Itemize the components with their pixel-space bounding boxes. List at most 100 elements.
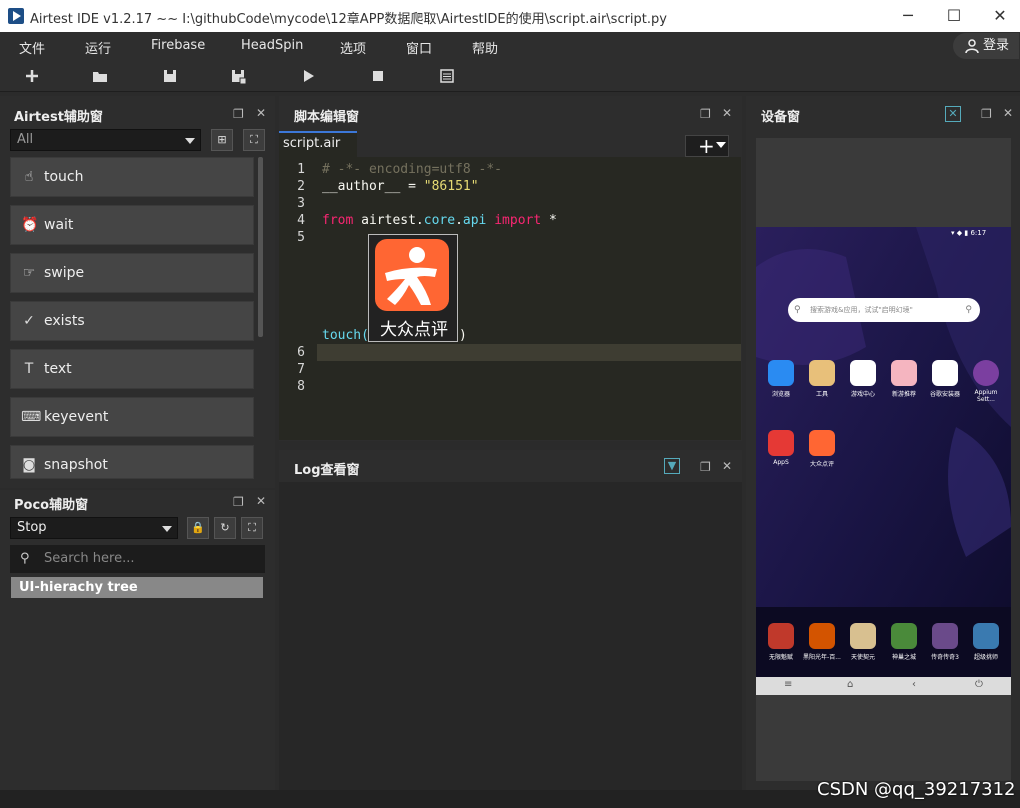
home-nav-icon[interactable]: ⌂ [847, 679, 853, 690]
menu-window[interactable]: 窗口 [406, 38, 432, 57]
hand-tap-icon: ☝ [24, 169, 34, 185]
app-dock-2[interactable]: 黑阳光年-百... [802, 623, 842, 661]
api-keyevent-button[interactable]: ⌨ keyevent [10, 397, 254, 437]
poco-search-placeholder: Search here... [44, 551, 135, 566]
game-icon [891, 623, 917, 649]
app-label: 谷歌安装器 [929, 391, 960, 398]
device-search-bar[interactable]: ⚲ 搜索游戏&应用，试试"启明幻境" ⚲ [788, 298, 980, 322]
line-number: 7 [297, 362, 305, 377]
float-panel-icon[interactable]: ❐ [700, 460, 711, 474]
menu-help[interactable]: 帮助 [472, 38, 498, 57]
api-snapshot-button[interactable]: ◙ snapshot [10, 445, 254, 479]
filter-icon[interactable]: ▼ [664, 458, 680, 474]
app-logo-icon [8, 8, 24, 24]
app-dock-4[interactable]: 神巢之城 [884, 623, 924, 661]
api-wait-label: wait [44, 217, 74, 233]
app-dianping[interactable]: 大众点评 [802, 430, 842, 468]
poco-mode-select[interactable]: Stop [10, 517, 178, 539]
float-panel-icon[interactable]: ❐ [981, 107, 992, 121]
app-label: 工具 [815, 391, 828, 398]
ui-hierarchy-tree-header[interactable]: UI-hierachy tree [11, 577, 263, 598]
back-nav-icon[interactable]: ‹ [912, 679, 916, 690]
maximize-button[interactable]: ☐ [934, 4, 974, 28]
tools-icon[interactable]: ✕ [945, 106, 961, 122]
api-exists-button[interactable]: ✓ exists [10, 301, 254, 341]
camera-icon: ◙ [22, 457, 36, 473]
menu-nav-icon[interactable]: ≡ [784, 679, 792, 690]
float-panel-icon[interactable]: ❐ [233, 495, 244, 509]
line-number: 3 [297, 196, 305, 211]
save-icon[interactable] [160, 66, 180, 86]
login-button[interactable]: 登录 [953, 33, 1019, 59]
new-tab-button[interactable]: + [685, 135, 729, 157]
minimize-button[interactable]: ─ [888, 4, 928, 28]
close-panel-icon[interactable]: ✕ [256, 106, 266, 120]
lock-icon[interactable]: 🔒 [187, 517, 209, 539]
play-icon[interactable] [298, 66, 318, 86]
app-label: 天使契元 [850, 654, 875, 661]
tab-script-air[interactable]: script.air ✕ [279, 131, 357, 173]
api-touch-button[interactable]: ☝ touch [10, 157, 254, 197]
poco-search-input[interactable]: ⚲ Search here... [10, 545, 265, 573]
api-wait-button[interactable]: ⏰ wait [10, 205, 254, 245]
app-dock-5[interactable]: 传奇传奇3 [925, 623, 965, 661]
api-keyevent-label: keyevent [44, 409, 109, 425]
close-panel-icon[interactable]: ✕ [1003, 106, 1013, 120]
app-label: 游戏中心 [850, 391, 875, 398]
dianping-logo-icon [375, 239, 449, 311]
line-number: 1 [297, 162, 305, 177]
airtest-panel-title: Airtest辅助窗 [14, 110, 103, 125]
plus-icon[interactable] [22, 66, 42, 86]
game-icon [850, 623, 876, 649]
apps-store-icon [768, 430, 794, 456]
code-line-2: __author__ = "86151" [322, 179, 479, 194]
app-google-installer[interactable]: 谷歌安装器 [925, 360, 965, 398]
api-filter-select[interactable]: All [10, 129, 201, 151]
api-text-button[interactable]: Ttext [10, 349, 254, 389]
menu-file[interactable]: 文件 [19, 38, 45, 57]
power-nav-icon[interactable]: ⏻ [975, 679, 983, 690]
code-touch-call: touch( [322, 328, 369, 343]
code-line-4: from airtest.core.api import * [322, 213, 557, 228]
app-new-games[interactable]: 新游推荐 [884, 360, 924, 398]
menu-options[interactable]: 选项 [340, 38, 366, 57]
float-panel-icon[interactable]: ❐ [233, 107, 244, 121]
api-swipe-button[interactable]: ☞ swipe [10, 253, 254, 293]
close-panel-icon[interactable]: ✕ [722, 106, 732, 120]
close-window-button[interactable]: ✕ [980, 4, 1020, 28]
close-panel-icon[interactable]: ✕ [256, 494, 266, 508]
text-box-icon: T [24, 361, 34, 377]
float-panel-icon[interactable]: ❐ [700, 107, 711, 121]
window-title: Airtest IDE v1.2.17 ~~ I:\githubCode\myc… [30, 12, 667, 27]
script-panel-title: 脚本编辑窗 [294, 110, 360, 125]
alarm-clock-icon: ⏰ [21, 217, 39, 233]
line-number: 2 [297, 179, 305, 194]
menu-bar: 文件 运行 Firebase HeadSpin 选项 窗口 帮助 [0, 32, 1020, 60]
stop-icon[interactable] [368, 66, 388, 86]
image-template-thumbnail[interactable]: 大众点评 [368, 234, 458, 342]
folder-open-icon[interactable] [90, 66, 110, 86]
app-browser[interactable]: 浏览器 [761, 360, 801, 398]
app-dock-3[interactable]: 天使契元 [843, 623, 883, 661]
app-dock-6[interactable]: 超级挑师 [966, 623, 1006, 661]
app-appium-settings[interactable]: Appium Sett... [966, 360, 1006, 403]
app-apps[interactable]: AppS [761, 430, 801, 466]
device-screen[interactable]: ▾ ◆ ▮ 6:17 ⚲ 搜索游戏&应用，试试"启明幻境" ⚲ 浏览器 工具 游… [756, 227, 1011, 677]
app-dock-1[interactable]: 无限魁赋 [761, 623, 801, 661]
menu-run[interactable]: 运行 [85, 38, 111, 57]
log-view-icon[interactable] [437, 66, 457, 86]
save-all-icon[interactable] [228, 66, 248, 86]
refresh-icon[interactable]: ↻ [214, 517, 236, 539]
game-icon [973, 623, 999, 649]
menu-firebase[interactable]: Firebase [151, 38, 205, 53]
code-token: * [541, 213, 557, 228]
api-list-scrollbar[interactable] [258, 157, 263, 337]
menu-headspin[interactable]: HeadSpin [241, 38, 303, 53]
record-icon[interactable]: ⛶ [243, 129, 265, 151]
add-device-icon[interactable]: ⊞ [211, 129, 233, 151]
app-tools[interactable]: 工具 [802, 360, 842, 398]
app-game-center[interactable]: 游戏中心 [843, 360, 883, 398]
code-editor[interactable]: 1 2 3 4 5 6 7 8 # -*- encoding=utf8 -*- … [279, 157, 741, 440]
close-panel-icon[interactable]: ✕ [722, 459, 732, 473]
record-icon[interactable]: ⛶ [241, 517, 263, 539]
